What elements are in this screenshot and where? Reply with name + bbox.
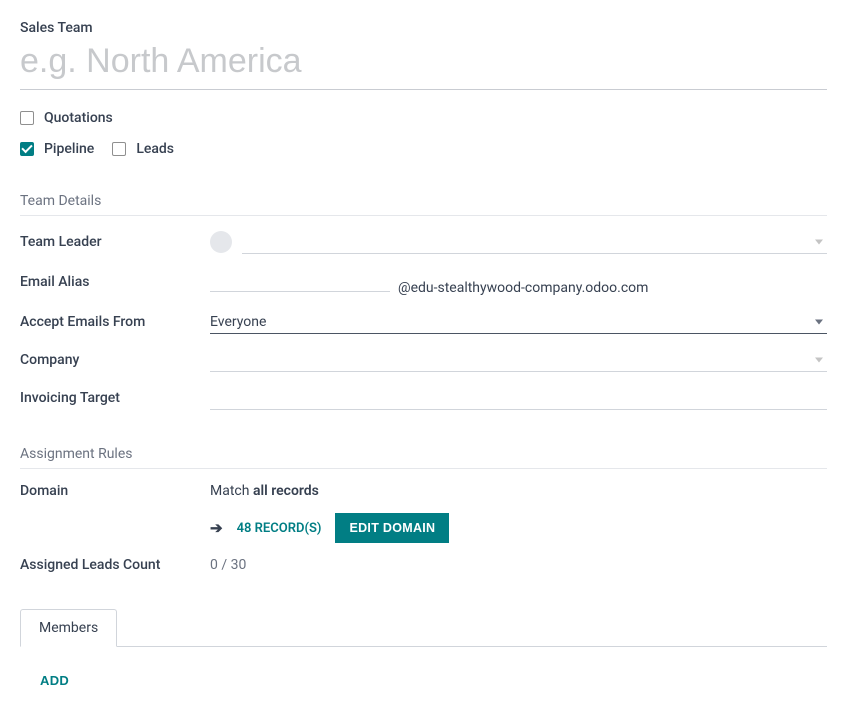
accept-emails-value: Everyone bbox=[210, 314, 266, 330]
accept-emails-select[interactable]: Everyone bbox=[210, 310, 827, 334]
assignment-rules-section: Assignment Rules bbox=[20, 446, 827, 469]
avatar-icon bbox=[210, 231, 232, 253]
chevron-down-icon bbox=[815, 357, 823, 362]
domain-label: Domain bbox=[20, 483, 210, 499]
pipeline-label: Pipeline bbox=[44, 141, 94, 157]
domain-match-text: Match all records bbox=[210, 483, 319, 499]
assigned-leads-value: 0 / 30 bbox=[210, 557, 246, 573]
invoicing-target-input[interactable] bbox=[210, 386, 827, 410]
assigned-leads-label: Assigned Leads Count bbox=[20, 557, 210, 573]
team-leader-label: Team Leader bbox=[20, 234, 210, 250]
quotations-checkbox[interactable] bbox=[20, 111, 34, 125]
team-details-section: Team Details bbox=[20, 193, 827, 216]
add-button[interactable]: ADD bbox=[40, 673, 69, 688]
email-alias-input[interactable] bbox=[210, 268, 390, 292]
sales-team-label: Sales Team bbox=[20, 20, 827, 36]
email-alias-domain: @edu-stealthywood-company.odoo.com bbox=[398, 280, 648, 296]
team-leader-select[interactable] bbox=[242, 230, 827, 254]
accept-emails-label: Accept Emails From bbox=[20, 314, 210, 330]
leads-checkbox[interactable] bbox=[112, 142, 126, 156]
leads-label: Leads bbox=[136, 141, 174, 157]
arrow-right-icon: ➔ bbox=[210, 519, 223, 537]
tab-members[interactable]: Members bbox=[20, 609, 117, 647]
pipeline-checkbox[interactable] bbox=[20, 142, 34, 156]
records-link[interactable]: 48 RECORD(S) bbox=[237, 521, 322, 536]
invoicing-target-label: Invoicing Target bbox=[20, 390, 210, 406]
chevron-down-icon bbox=[815, 319, 823, 324]
sales-team-name-input[interactable] bbox=[20, 38, 827, 90]
email-alias-label: Email Alias bbox=[20, 274, 210, 290]
chevron-down-icon bbox=[815, 239, 823, 244]
quotations-label: Quotations bbox=[44, 110, 113, 126]
tabs-row: Members bbox=[20, 609, 827, 647]
company-label: Company bbox=[20, 352, 210, 368]
company-select[interactable] bbox=[210, 348, 827, 372]
edit-domain-button[interactable]: EDIT DOMAIN bbox=[335, 513, 449, 543]
